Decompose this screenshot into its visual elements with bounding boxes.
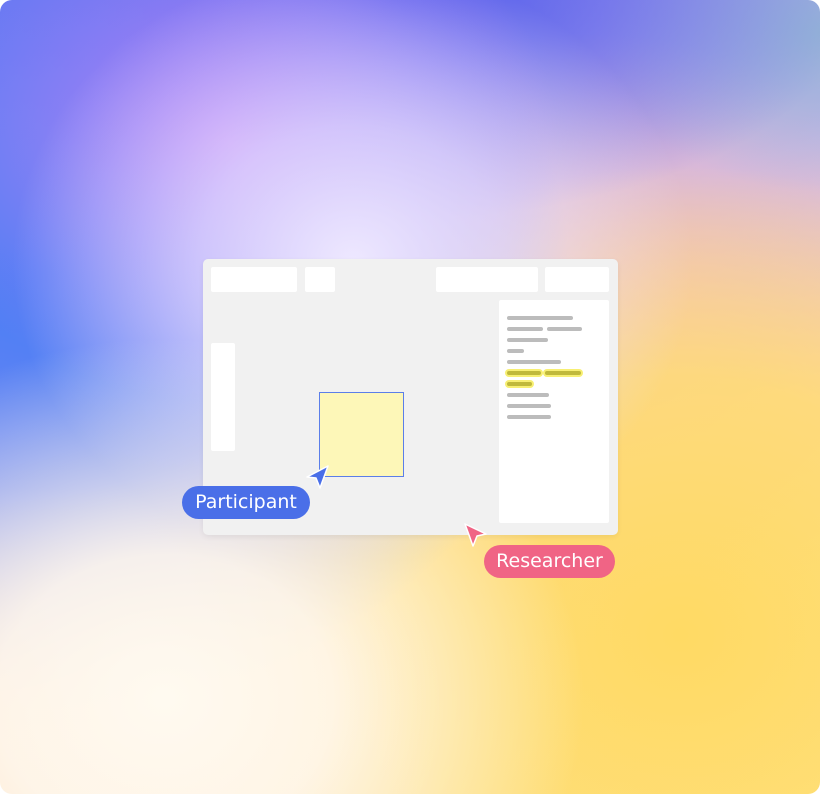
toolbar-block-4: [545, 267, 609, 292]
participant-label: Participant: [182, 486, 310, 519]
highlighted-text-line: [507, 371, 541, 375]
highlighted-text-line: [545, 371, 581, 375]
researcher-label: Researcher: [484, 545, 615, 578]
sticky-note[interactable]: [319, 392, 404, 477]
highlighted-text-line: [507, 382, 532, 386]
toolbar-block-3: [436, 267, 538, 292]
gradient-background: Participant Researcher: [0, 0, 820, 794]
toolbar-block-2: [305, 267, 335, 292]
text-line: [507, 404, 551, 408]
text-line: [507, 327, 543, 331]
text-panel: [499, 300, 609, 523]
left-toolbar: [211, 343, 235, 451]
toolbar-block-1: [211, 267, 297, 292]
text-line: [547, 327, 582, 331]
text-line: [507, 415, 551, 419]
text-line: [507, 393, 549, 397]
researcher-cursor-icon: [464, 523, 487, 547]
text-line: [507, 360, 561, 364]
text-line: [507, 349, 524, 353]
text-line: [507, 338, 548, 342]
participant-cursor-icon: [306, 465, 329, 489]
text-line: [507, 316, 573, 320]
